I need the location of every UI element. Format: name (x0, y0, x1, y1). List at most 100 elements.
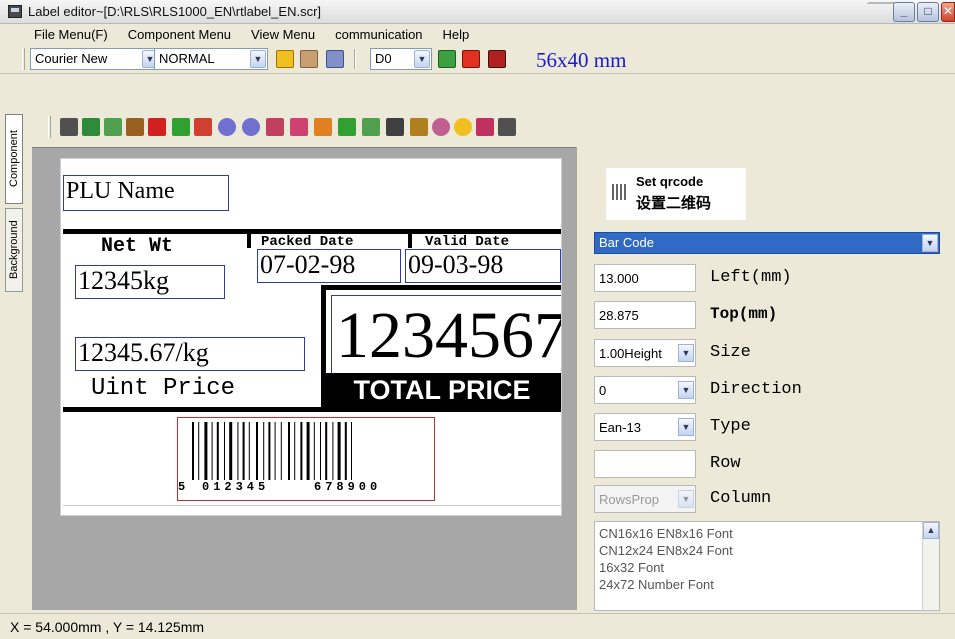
packed-date-field[interactable]: 07-02-98 (257, 249, 401, 283)
minimize-button[interactable]: _ (893, 2, 915, 22)
amount-icon[interactable] (338, 118, 356, 136)
net-weight-title[interactable]: Net Wt (101, 235, 173, 258)
menu-bar: File Menu(F) Component Menu View Menu co… (0, 24, 955, 44)
menu-help[interactable]: Help (443, 27, 470, 42)
message-1-icon[interactable] (218, 118, 236, 136)
font-list-item[interactable]: CN12x24 EN8x24 Font (599, 542, 935, 559)
row-input[interactable] (594, 450, 696, 478)
top-input[interactable]: 28.875 (594, 301, 696, 329)
unit-weight-icon[interactable] (362, 118, 380, 136)
open-folder-icon[interactable] (300, 50, 318, 68)
chevron-down-icon[interactable]: ▼ (922, 234, 938, 252)
menu-file[interactable]: File Menu(F) (34, 27, 108, 42)
font-select[interactable]: Courier New ▼ (30, 48, 160, 70)
font-list-item[interactable]: CN16x16 EN8x16 Font (599, 525, 935, 542)
component-type-select[interactable]: Bar Code ▼ (594, 232, 940, 254)
chevron-down-icon[interactable]: ▼ (678, 344, 694, 362)
barcode-bar (263, 422, 265, 480)
star-icon[interactable] (454, 118, 472, 136)
barcode-bar (256, 422, 258, 480)
magnifier-icon[interactable] (432, 118, 450, 136)
valid-date-title[interactable]: Valid Date (425, 234, 509, 250)
printer-icon[interactable] (266, 118, 284, 136)
barcode-bar (242, 422, 245, 480)
left-label: Left(mm) (710, 268, 792, 287)
top-label: Top(mm) (710, 305, 778, 323)
toolbar-grip[interactable] (22, 48, 25, 70)
calendar-icon[interactable] (194, 118, 212, 136)
direction-select-value: 0 (599, 383, 607, 398)
total-price-title[interactable]: TOTAL PRICE (321, 373, 561, 407)
total-price-field[interactable]: 1234567.8 (331, 295, 561, 375)
chevron-down-icon[interactable]: ▼ (678, 418, 694, 436)
barcode-digits-right: 678900 (314, 480, 382, 494)
valid-date-field[interactable]: 09-03-98 (405, 249, 561, 283)
message-2-icon[interactable] (242, 118, 260, 136)
scale-icon[interactable] (126, 118, 144, 136)
chevron-down-icon[interactable]: ▼ (678, 490, 694, 508)
left-input[interactable]: 13.000 (594, 264, 696, 292)
direction-select[interactable]: 0 ▼ (594, 376, 696, 404)
save-icon[interactable] (326, 50, 344, 68)
chevron-down-icon[interactable]: ▼ (678, 381, 694, 399)
scroll-up-icon[interactable]: ▲ (923, 522, 939, 539)
font-list-scrollbar[interactable]: ▲ (922, 522, 939, 610)
code-icon[interactable] (386, 118, 404, 136)
barcode-bar (344, 422, 347, 480)
font-list[interactable]: CN16x16 EN8x16 Font CN12x24 EN8x24 Font … (594, 521, 940, 611)
app-icon (8, 5, 22, 18)
type-label: Type (710, 417, 751, 436)
price-per-kg-icon[interactable] (104, 118, 122, 136)
plu-name-field[interactable]: PLU Name (63, 175, 229, 211)
barcode-bar (274, 422, 276, 480)
edit-icon[interactable] (314, 118, 332, 136)
style-select[interactable]: NORMAL ▼ (154, 48, 268, 70)
yen-icon[interactable] (148, 118, 166, 136)
size-select-value: 1.00Height (599, 346, 662, 361)
name-field-icon[interactable] (82, 118, 100, 136)
barcode-bar (325, 422, 328, 480)
new-page-icon[interactable] (276, 50, 294, 68)
stop-icon[interactable] (488, 50, 506, 68)
font-list-item[interactable]: 16x32 Font (599, 559, 935, 576)
close-button[interactable]: ✕ (941, 2, 955, 22)
set-qrcode-button[interactable]: Set qrcode 设置二维码 (606, 168, 746, 220)
qrcode-icon (612, 184, 628, 200)
unit-price-field[interactable]: 12345.67/kg (75, 337, 305, 371)
box-icon[interactable] (410, 118, 428, 136)
chevron-down-icon[interactable]: ▼ (414, 50, 430, 68)
tab-component[interactable]: Component (5, 114, 23, 204)
barcode-bar (320, 422, 321, 480)
barcode-bar (332, 422, 334, 480)
download-icon[interactable] (438, 50, 456, 68)
counter-icon[interactable] (476, 118, 494, 136)
layer-select[interactable]: D0 ▼ (370, 48, 432, 70)
font-list-item[interactable]: 24x72 Number Font (599, 576, 935, 593)
maximize-button[interactable]: □ (917, 2, 939, 22)
title-bar: Label editor~[D:\RLS\RLS1000_EN\rtlabel_… (0, 0, 955, 24)
status-bar: X = 54.000mm , Y = 14.125mm (0, 613, 955, 639)
column-select[interactable]: RowsProp ▼ (594, 485, 696, 513)
barcode-bar (351, 422, 352, 480)
barcode-field[interactable]: 5 012345 678900 (177, 417, 435, 501)
barcode-type-select[interactable]: Ean-13 ▼ (594, 413, 696, 441)
upload-icon[interactable] (462, 50, 480, 68)
component-toolbar (22, 110, 712, 144)
menu-view[interactable]: View Menu (251, 27, 315, 42)
chevron-down-icon[interactable]: ▼ (250, 50, 266, 68)
qrcode-icon[interactable] (498, 118, 516, 136)
barcode-bar (224, 422, 225, 480)
home-icon[interactable] (60, 118, 78, 136)
menu-communication[interactable]: communication (335, 27, 422, 42)
tab-background[interactable]: Background (5, 208, 23, 292)
weight-value-field[interactable]: 12345kg (75, 265, 225, 299)
rectangle-icon[interactable] (290, 118, 308, 136)
size-select[interactable]: 1.00Height ▼ (594, 339, 696, 367)
barcode-bar (198, 422, 200, 480)
toolbar-grip[interactable] (48, 116, 51, 138)
packed-date-title[interactable]: Packed Date (261, 234, 353, 250)
date-icon[interactable] (172, 118, 190, 136)
barcode-bar (211, 422, 213, 480)
unit-price-title[interactable]: Uint Price (91, 375, 235, 402)
menu-component[interactable]: Component Menu (128, 27, 231, 42)
